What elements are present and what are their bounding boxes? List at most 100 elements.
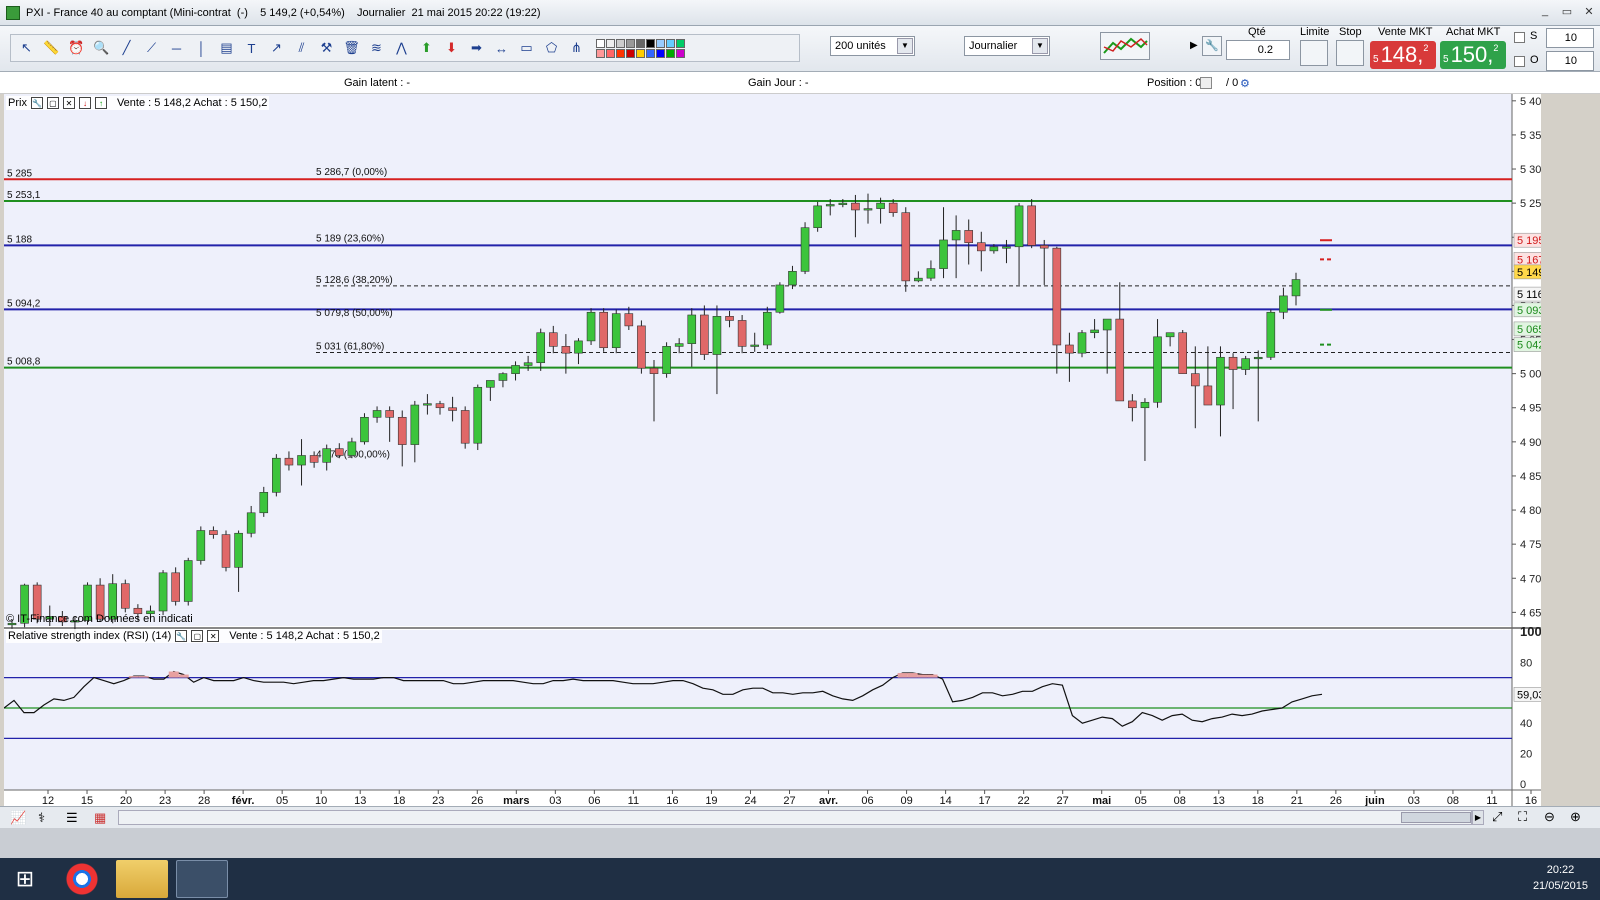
window-controls: _ ▭ ✕: [1538, 4, 1596, 18]
chart-canvas[interactable]: 5 4005 3505 3005 2505 2005 1505 1005 050…: [3, 94, 1559, 807]
down-arrow-icon[interactable]: ⬇: [440, 37, 463, 59]
period-select[interactable]: Journalier ▼: [964, 36, 1050, 56]
close-icon[interactable]: ✕: [1582, 4, 1596, 18]
fibonacci-icon[interactable]: ≋: [365, 37, 388, 59]
wrench-icon[interactable]: 🔧: [30, 97, 43, 109]
position-close-icon[interactable]: [1200, 77, 1212, 89]
fib-label: 5 079,8 (50,00%): [316, 308, 393, 319]
candle: [586, 311, 596, 342]
chart-area[interactable]: 5 4005 3505 3005 2505 2005 1505 1005 050…: [3, 94, 1559, 807]
stop-order-button[interactable]: [1336, 40, 1364, 66]
limit-order-button[interactable]: [1300, 40, 1328, 66]
candle: [750, 344, 760, 347]
candle: [725, 316, 734, 321]
x-tick-label: 12: [42, 795, 54, 806]
text-icon[interactable]: T: [240, 37, 263, 59]
maximize-panel-icon[interactable]: ▢: [46, 97, 59, 109]
candle: [1216, 356, 1225, 406]
auto-scale-icon[interactable]: ⤢: [1492, 809, 1502, 825]
y-tick-label: 4 700: [1520, 573, 1541, 585]
ruler-icon[interactable]: 📏: [40, 37, 63, 59]
sell-order-icon[interactable]: ↓: [78, 97, 91, 109]
fib-label: 5 286,7 (0,00%): [316, 167, 387, 178]
o-checkbox[interactable]: [1514, 56, 1525, 67]
units-select[interactable]: 200 unités ▼: [830, 36, 915, 56]
wrench-icon[interactable]: 🔧: [1202, 36, 1222, 56]
x-tick-label: 03: [549, 795, 561, 806]
extended-line-icon[interactable]: ⟋: [140, 37, 163, 59]
expand-arrow-icon[interactable]: ▶: [1190, 40, 1198, 51]
maximize-panel-icon[interactable]: ▢: [191, 630, 204, 642]
color-palette[interactable]: [596, 38, 685, 58]
maximize-icon[interactable]: ▭: [1560, 4, 1574, 18]
parallel-line-icon[interactable]: ⫽: [290, 37, 313, 59]
limit-label: Limite: [1300, 26, 1330, 38]
taskbar: ⊞ 20:22 21/05/2015: [0, 858, 1600, 900]
windows-start-icon[interactable]: ⊞: [0, 858, 50, 900]
range-icon[interactable]: ↔: [490, 37, 513, 59]
chart-settings-icon[interactable]: 📈: [10, 810, 26, 826]
candle: [1279, 295, 1288, 313]
candle: [1203, 385, 1213, 406]
x-tick-label: 19: [705, 795, 717, 806]
fit-zoom-icon[interactable]: ⛶: [1518, 809, 1527, 825]
time-scrollbar[interactable]: [118, 810, 1472, 825]
candle: [687, 314, 697, 344]
x-tick-label: mai: [1092, 795, 1111, 806]
pitchfork-icon[interactable]: ⋔: [565, 37, 588, 59]
x-tick-label: 20: [120, 795, 132, 806]
list-icon[interactable]: ☰: [66, 810, 78, 826]
indicators-icon[interactable]: ⚕: [38, 810, 45, 826]
compare-icon[interactable]: ▦: [94, 810, 106, 826]
x-tick-label: 10: [315, 795, 327, 806]
settings-icon[interactable]: ⚙: [1240, 77, 1250, 90]
up-arrow-icon[interactable]: ⬆: [415, 37, 438, 59]
candle: [297, 455, 306, 466]
tools-icon[interactable]: ⚒: [315, 37, 338, 59]
candle: [611, 313, 621, 349]
s-input[interactable]: 10: [1546, 28, 1594, 48]
y-tick-label: 5 400: [1520, 96, 1541, 108]
candle: [1115, 318, 1125, 402]
buy-order-icon[interactable]: ↑: [94, 97, 107, 109]
zoom-in-icon[interactable]: ⊕: [1570, 809, 1581, 825]
minimize-icon[interactable]: _: [1538, 4, 1552, 18]
s-checkbox[interactable]: [1514, 32, 1525, 43]
alarm-icon[interactable]: ⏰: [65, 37, 88, 59]
sell-market-button[interactable]: 5 148, 2: [1370, 41, 1436, 69]
chrome-icon[interactable]: [56, 860, 108, 898]
candle: [397, 416, 407, 445]
close-panel-icon[interactable]: ✕: [62, 97, 75, 109]
zoom-out-icon[interactable]: ⊖: [1544, 809, 1555, 825]
rectangle-icon[interactable]: ▭: [515, 37, 538, 59]
fan-icon[interactable]: ⋀: [390, 37, 413, 59]
o-input[interactable]: 10: [1546, 51, 1594, 71]
period-select-value: Journalier: [969, 40, 1018, 52]
pointer-icon[interactable]: ↖: [15, 37, 38, 59]
zoom-icon[interactable]: 🔍: [90, 37, 113, 59]
candle: [863, 208, 873, 211]
trash-icon[interactable]: 🗑: [340, 37, 363, 59]
x-tick-label: 13: [1213, 795, 1225, 806]
close-panel-icon[interactable]: ✕: [207, 630, 220, 642]
scroll-thumb[interactable]: [1401, 812, 1471, 823]
trendline-icon[interactable]: ╱: [115, 37, 138, 59]
rsi-overbought: [178, 674, 189, 678]
chart-type-button[interactable]: [1100, 32, 1150, 60]
vertical-line-icon[interactable]: │: [190, 37, 213, 59]
right-arrow-icon[interactable]: ➡: [465, 37, 488, 59]
wrench-icon[interactable]: 🔧: [175, 630, 188, 642]
qty-input[interactable]: 0.2: [1226, 40, 1290, 60]
horizontal-line-icon[interactable]: ─: [165, 37, 188, 59]
arrow-line-icon[interactable]: ↗: [265, 37, 288, 59]
scroll-right-icon[interactable]: ▶: [1472, 810, 1484, 825]
candle: [171, 572, 180, 602]
buy-market-button[interactable]: 5 150, 2: [1440, 41, 1506, 69]
polygon-icon[interactable]: ⬠: [540, 37, 563, 59]
candle: [246, 512, 256, 534]
file-explorer-icon[interactable]: [116, 860, 168, 898]
candle: [473, 386, 483, 444]
candle: [221, 534, 231, 568]
channel-icon[interactable]: ▤: [215, 37, 238, 59]
trading-app-icon[interactable]: [176, 860, 228, 898]
